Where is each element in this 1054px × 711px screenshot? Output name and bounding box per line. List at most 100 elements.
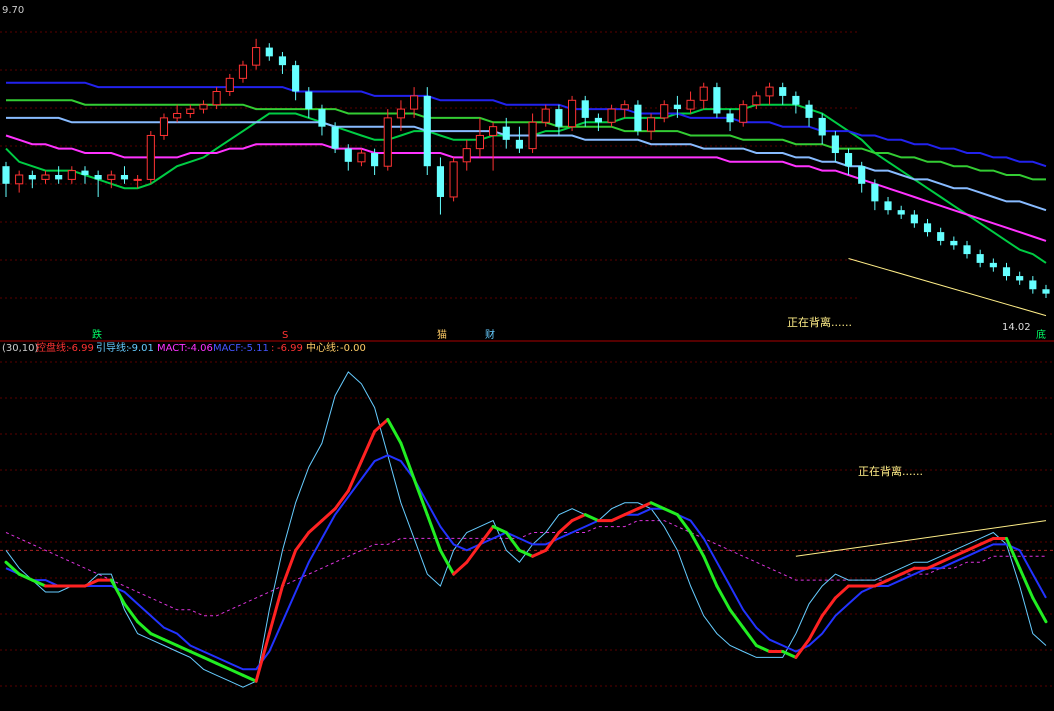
candle-body-up bbox=[607, 108, 616, 123]
candle-body-up bbox=[752, 95, 761, 106]
candle-body-up bbox=[186, 108, 195, 114]
legend-guide-name: 引导线: bbox=[96, 341, 129, 354]
candle-body-down bbox=[897, 210, 905, 215]
candle-body-up bbox=[41, 174, 50, 180]
candle-body-up bbox=[475, 134, 484, 150]
candle-body-down bbox=[55, 175, 63, 180]
marker-finance: 财 bbox=[485, 328, 495, 341]
low-price-label: 14.02 bbox=[1002, 322, 1031, 333]
candle-body-up bbox=[383, 117, 392, 167]
candle-body-down bbox=[436, 166, 445, 197]
candle-body-down bbox=[713, 87, 721, 114]
candle-body-down bbox=[120, 175, 129, 180]
candle-body-up bbox=[739, 104, 748, 123]
candle-body-down bbox=[805, 104, 813, 118]
legend-extra-value: -6.99 bbox=[277, 343, 303, 354]
indicator-legend: (30,10) 控盘线: -6.99 引导线: -9.01 MACT: -4.0… bbox=[2, 341, 366, 354]
candle-body-down bbox=[818, 117, 826, 136]
candle-body-down bbox=[331, 126, 339, 149]
candle-body-up bbox=[159, 117, 169, 136]
legend-center-name: 中心线: bbox=[306, 341, 339, 354]
candle-body-down bbox=[963, 245, 971, 255]
marker-s: S bbox=[282, 330, 288, 341]
marker-bottom: 底 bbox=[1036, 328, 1046, 341]
candle-body-up bbox=[133, 178, 142, 181]
candle[interactable] bbox=[634, 100, 642, 136]
candle-body-up bbox=[225, 77, 234, 93]
candle-body-down bbox=[923, 223, 932, 233]
candle-body-up bbox=[15, 174, 24, 185]
candle[interactable] bbox=[383, 109, 392, 171]
legend-mact-value: -4.06 bbox=[187, 343, 213, 354]
candle-body-down bbox=[858, 166, 866, 184]
candle-body-up bbox=[528, 121, 537, 150]
candle-body-down bbox=[634, 104, 642, 132]
candle[interactable] bbox=[739, 100, 748, 127]
candle-body-down bbox=[292, 65, 300, 92]
candle-body-down bbox=[989, 262, 997, 268]
candle-body-down bbox=[344, 148, 352, 162]
candle[interactable] bbox=[713, 82, 721, 118]
candle-body-up bbox=[765, 86, 774, 97]
candle-body-up bbox=[67, 170, 76, 180]
candle[interactable] bbox=[146, 131, 155, 184]
candle-body-up bbox=[396, 108, 406, 119]
candle[interactable] bbox=[331, 122, 339, 154]
candle-body-down bbox=[1029, 280, 1037, 290]
candle-body-up bbox=[146, 134, 155, 180]
candle-body-down bbox=[726, 113, 734, 123]
candle-body-down bbox=[515, 139, 523, 149]
candle-body-up bbox=[686, 99, 695, 110]
candle-body-up bbox=[107, 174, 116, 180]
legend-control-name: 控盘线: bbox=[36, 341, 69, 354]
candle-body-up bbox=[238, 64, 248, 79]
candle[interactable] bbox=[449, 157, 458, 202]
candle-body-down bbox=[831, 135, 839, 154]
legend-guide-value: -9.01 bbox=[128, 343, 154, 354]
price-divergence-label: 正在背离...... bbox=[787, 315, 852, 329]
candle-body-up bbox=[410, 95, 419, 110]
candle-body-down bbox=[779, 87, 787, 96]
candle-body-down bbox=[318, 109, 326, 127]
indicator-divergence-label: 正在背离...... bbox=[858, 464, 923, 478]
candle-body-down bbox=[976, 254, 984, 263]
candle-body-down bbox=[673, 104, 681, 110]
candle-body-up bbox=[568, 99, 577, 128]
candle-body-up bbox=[620, 104, 629, 110]
candle[interactable] bbox=[423, 87, 431, 175]
stock-chart-canvas: 9.70 14.02 正在背离...... 跌 S 猫 财 底 (30,10) … bbox=[0, 0, 1054, 711]
candle-body-up bbox=[646, 117, 656, 132]
legend-mact-name: MACT: bbox=[157, 343, 188, 354]
candle-body-up bbox=[252, 47, 261, 66]
candle-body-down bbox=[423, 95, 431, 167]
candle-body-up bbox=[660, 104, 669, 119]
candle-body-down bbox=[910, 214, 918, 224]
candle-body-down bbox=[81, 170, 89, 175]
candle-body-down bbox=[792, 95, 800, 105]
candle-body-down bbox=[2, 166, 10, 184]
candle-body-down bbox=[555, 109, 563, 127]
candle-body-down bbox=[502, 126, 510, 140]
candle-body-down bbox=[937, 232, 945, 241]
candle-body-down bbox=[28, 175, 36, 180]
candle-body-down bbox=[94, 175, 102, 180]
candle[interactable] bbox=[568, 95, 577, 132]
candle-body-up bbox=[173, 112, 182, 119]
candle-body-down bbox=[594, 117, 602, 123]
candle-body-down bbox=[950, 240, 958, 246]
candle-body-up bbox=[199, 104, 208, 110]
candle-body-up bbox=[212, 91, 221, 106]
candle-body-down bbox=[884, 201, 892, 211]
legend-macf-value: -5.11 bbox=[243, 343, 269, 354]
candle[interactable] bbox=[159, 113, 169, 140]
candle-body-up bbox=[699, 86, 708, 101]
candle-body-down bbox=[1002, 267, 1011, 277]
candle-body-down bbox=[371, 153, 379, 167]
candle-body-down bbox=[581, 100, 589, 118]
candle-body-up bbox=[462, 148, 471, 163]
candle-body-up bbox=[489, 126, 498, 136]
candle-body-up bbox=[357, 152, 366, 163]
legend-center-value: -0.00 bbox=[340, 343, 366, 354]
candle-body-down bbox=[265, 47, 273, 57]
candle-body-down bbox=[1016, 276, 1024, 281]
